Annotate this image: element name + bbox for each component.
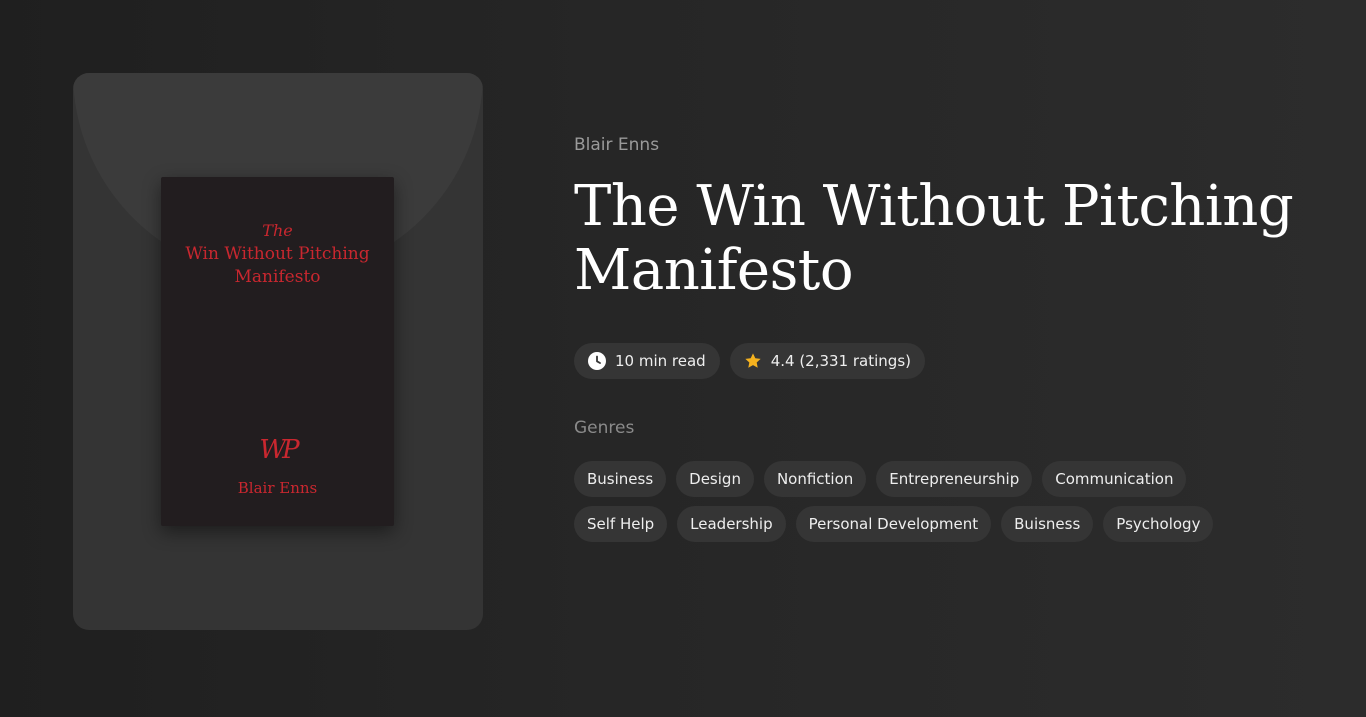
book-stats: 10 min read 4.4 (2,331 ratings) — [574, 343, 925, 379]
rating-text: 4.4 (2,331 ratings) — [770, 352, 911, 370]
book-cover-title-line2: Manifesto — [234, 267, 321, 287]
read-time-text: 10 min read — [615, 352, 706, 370]
book-title: The Win Without Pitching Manifesto — [574, 174, 1294, 303]
book-cover-monogram: WP — [259, 435, 299, 465]
genre-tag[interactable]: Self Help — [574, 506, 668, 542]
genre-tag[interactable]: Communication — [1042, 461, 1187, 497]
genre-tag[interactable]: Psychology — [1103, 506, 1214, 542]
genre-tag[interactable]: Leadership — [677, 506, 786, 542]
book-cover-author: Blair Enns — [237, 479, 318, 497]
genre-tag[interactable]: Personal Development — [795, 506, 992, 542]
rating-badge[interactable]: 4.4 (2,331 ratings) — [729, 343, 925, 379]
book-cover[interactable]: The Win Without Pitching Manifesto WP Bl… — [161, 177, 394, 526]
star-icon — [744, 352, 762, 370]
book-cover-title-line1: Win Without Pitching — [185, 244, 370, 264]
genre-list: Business Design Nonfiction Entrepreneurs… — [574, 461, 1214, 542]
genre-tag[interactable]: Nonfiction — [763, 461, 867, 497]
genre-tag[interactable]: Buisness — [1001, 506, 1094, 542]
genre-tag[interactable]: Business — [574, 461, 667, 497]
genre-tag[interactable]: Entrepreneurship — [876, 461, 1033, 497]
genre-tag[interactable]: Design — [676, 461, 754, 497]
clock-icon — [588, 352, 606, 370]
cover-panel: The Win Without Pitching Manifesto WP Bl… — [73, 73, 483, 630]
book-cover-the: The — [262, 221, 293, 240]
author-name[interactable]: Blair Enns — [574, 135, 659, 155]
book-cover-title: Win Without Pitching Manifesto — [161, 243, 394, 289]
read-time-badge: 10 min read — [574, 343, 720, 379]
genres-label: Genres — [574, 418, 635, 438]
